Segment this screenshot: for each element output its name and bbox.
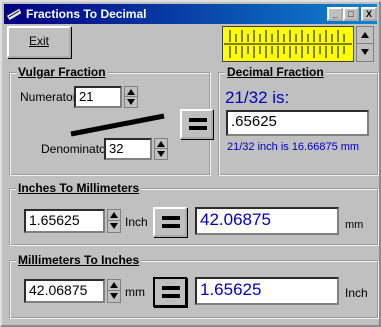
vulgar-fraction-title: Vulgar Fraction <box>16 65 108 79</box>
decimal-result-field[interactable]: .65625 <box>226 110 369 136</box>
denominator-spinner[interactable] <box>154 138 168 160</box>
tape-measure-icon <box>222 26 354 62</box>
exit-button-label: Exit <box>28 34 49 48</box>
arrow-down-icon <box>110 293 118 299</box>
inches-spin-up[interactable] <box>108 210 120 221</box>
numerator-field[interactable]: 21 <box>74 86 122 108</box>
numerator-spinner[interactable] <box>124 86 138 108</box>
mm-input-unit-label: mm <box>125 285 145 299</box>
arrow-down-icon <box>110 223 118 229</box>
mm-input-field[interactable]: 42.06875 <box>24 279 105 303</box>
exit-button[interactable]: Exit <box>7 26 71 58</box>
maximize-button[interactable]: □ <box>343 7 359 21</box>
inches-spin-down[interactable] <box>108 221 120 232</box>
convert-inches-button[interactable] <box>153 207 187 237</box>
window-title: Fractions To Decimal <box>26 7 147 21</box>
tape-spin-down[interactable] <box>357 44 373 61</box>
denominator-label: Denominator <box>41 142 110 156</box>
numerator-spin-down[interactable] <box>125 97 137 107</box>
arrow-up-icon <box>110 212 118 218</box>
convert-mm-button[interactable] <box>153 277 187 307</box>
decimal-heading: 21/32 is: <box>225 88 290 107</box>
denominator-field[interactable]: 32 <box>104 138 152 160</box>
inches-input-field[interactable]: 1.65625 <box>24 209 105 233</box>
arrow-down-icon <box>127 99 135 105</box>
tape-spinner[interactable] <box>356 26 374 62</box>
convert-fraction-button[interactable] <box>180 109 213 139</box>
mm-spin-down[interactable] <box>108 291 120 302</box>
mm-spinner[interactable] <box>107 279 121 303</box>
close-button[interactable]: X <box>361 7 377 21</box>
minimize-button[interactable]: _ <box>327 7 343 21</box>
mm-unit-label: mm <box>345 219 364 231</box>
app-window: Fractions To Decimal _ □ X Exit Vulgar F… <box>0 0 381 327</box>
denominator-spin-down[interactable] <box>155 149 167 159</box>
inches-to-mm-title: Inches To Millimeters <box>16 181 142 195</box>
numerator-label: Numerator <box>20 90 77 104</box>
arrow-down-icon <box>361 49 369 55</box>
minimize-icon: _ <box>332 9 338 19</box>
mm-to-inches-title: Millimeters To Inches <box>16 253 142 267</box>
inches-unit-label: Inch <box>125 215 148 229</box>
arrow-up-icon <box>361 32 369 38</box>
arrow-down-icon <box>157 151 165 157</box>
mm-result-field[interactable]: 42.06875 <box>195 207 339 235</box>
title-bar: Fractions To Decimal _ □ X <box>4 4 377 24</box>
arrow-up-icon <box>157 141 165 147</box>
inches-result-field[interactable]: 1.65625 <box>195 277 339 305</box>
decimal-conversion-note: 21/32 inch is 16.66875 mm <box>227 141 360 153</box>
numerator-spin-up[interactable] <box>125 87 137 97</box>
decimal-fraction-title: Decimal Fraction <box>225 65 326 79</box>
mm-spin-up[interactable] <box>108 280 120 291</box>
maximize-icon: □ <box>348 9 354 19</box>
denominator-spin-up[interactable] <box>155 139 167 149</box>
inches-output-unit-label: Inch <box>345 286 368 300</box>
fraction-bar-icon <box>70 113 165 137</box>
tape-spin-up[interactable] <box>357 27 373 44</box>
arrow-up-icon <box>127 89 135 95</box>
ruler-icon <box>7 8 21 21</box>
close-icon: X <box>365 9 372 19</box>
arrow-up-icon <box>110 282 118 288</box>
inches-spinner[interactable] <box>107 209 121 233</box>
